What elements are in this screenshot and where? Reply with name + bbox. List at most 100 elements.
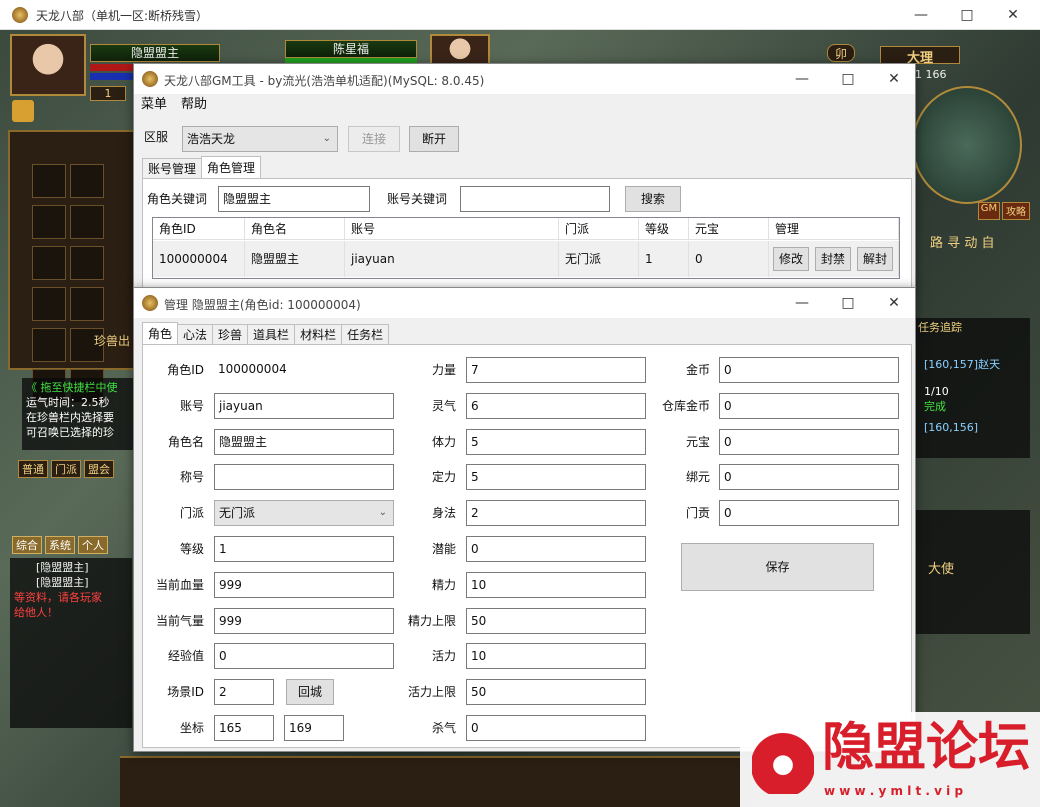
cell-level[interactable]: 1 — [639, 241, 689, 277]
channel-tab-guild[interactable]: 盟会 — [84, 460, 114, 478]
field-energy-max-label: 精力上限 — [407, 613, 456, 628]
skill-slot[interactable] — [70, 287, 104, 321]
connect-button[interactable]: 连接 — [348, 126, 400, 152]
unban-button[interactable]: 解封 — [857, 247, 893, 271]
tab-role[interactable]: 角色管理 — [201, 156, 262, 179]
field-bound-yuanbao-input[interactable]: 0 — [719, 464, 899, 491]
gm-maximize-button[interactable]: □ — [825, 64, 871, 94]
cell-yuanbao[interactable]: 0 — [689, 241, 769, 277]
minimap[interactable] — [912, 86, 1022, 204]
skill-slot[interactable] — [70, 205, 104, 239]
field-bank-gold-input[interactable]: 0 — [719, 392, 899, 419]
scene-id-input[interactable]: 2 — [214, 679, 274, 705]
skill-slot[interactable] — [32, 287, 66, 321]
account-keyword-input[interactable] — [460, 186, 610, 212]
skill-slot[interactable] — [32, 205, 66, 239]
field-energy-input[interactable]: 10 — [466, 571, 646, 598]
channel-tab-normal[interactable]: 普通 — [18, 460, 48, 478]
side-gm-button[interactable]: GM — [978, 202, 1000, 220]
menu-item-menu[interactable]: 菜单 — [134, 94, 174, 116]
game-window-title: 天龙八部（单机一区:断桥残雪） — [36, 9, 209, 23]
field-title-input[interactable] — [214, 464, 394, 491]
manage-minimize-button[interactable]: — — [779, 288, 825, 318]
chat-tab-all[interactable]: 综合 — [12, 536, 42, 554]
gm-window-title: 天龙八部GM工具 - by流光(浩浩单机适配)(MySQL: 8.0.45) — [164, 74, 485, 88]
manage-maximize-button[interactable]: □ — [825, 288, 871, 318]
field-exp-input[interactable]: 0 — [214, 643, 394, 670]
cell-role-name[interactable]: 隐盟盟主 — [245, 241, 345, 277]
pet-summon-label[interactable]: 珍兽出 — [94, 332, 130, 349]
field-vitality-input[interactable]: 10 — [466, 643, 646, 670]
ban-button[interactable]: 封禁 — [815, 247, 851, 271]
col-header-account[interactable]: 账号 — [345, 218, 559, 240]
channel-tab-sect[interactable]: 门派 — [51, 460, 81, 478]
phone-icon[interactable] — [12, 100, 34, 122]
col-header-role-name[interactable]: 角色名 — [245, 218, 345, 240]
field-constitution-input[interactable]: 5 — [466, 428, 646, 455]
cell-account[interactable]: jiayuan — [345, 241, 559, 277]
field-energy-max-input[interactable]: 50 — [466, 607, 646, 634]
chat-tab-personal[interactable]: 个人 — [78, 536, 108, 554]
coord-x-input[interactable]: 165 — [214, 715, 274, 741]
search-button[interactable]: 搜索 — [625, 186, 681, 212]
save-button[interactable]: 保存 — [681, 543, 874, 591]
skill-slot[interactable] — [70, 164, 104, 198]
field-current-mp-input[interactable]: 999 — [214, 607, 394, 634]
chat-line-3: 等资料，请各玩家 — [14, 591, 102, 604]
field-role-name-input[interactable]: 隐盟盟主 — [214, 428, 394, 455]
chat-line-4: 给他人！ — [14, 606, 58, 619]
role-keyword-input[interactable]: 隐盟盟主 — [218, 186, 370, 212]
edit-button[interactable]: 修改 — [773, 247, 809, 271]
chevron-down-icon: ⌄ — [322, 133, 331, 144]
skill-slot[interactable] — [32, 164, 66, 198]
field-vitality-max-input[interactable]: 50 — [466, 679, 646, 706]
coord-y-input[interactable]: 169 — [284, 715, 344, 741]
field-spirit-input[interactable]: 6 — [466, 392, 646, 419]
skill-slot[interactable] — [32, 328, 66, 362]
maximize-button[interactable]: □ — [944, 0, 990, 30]
skill-slot[interactable] — [32, 246, 66, 280]
return-city-button[interactable]: 回城 — [286, 679, 334, 705]
cell-sect[interactable]: 无门派 — [559, 241, 639, 277]
player-avatar[interactable] — [10, 34, 86, 96]
field-sect-contribution-input[interactable]: 0 — [719, 500, 899, 527]
skill-slot[interactable] — [70, 246, 104, 280]
cell-role-id[interactable]: 100000004 — [153, 241, 245, 277]
field-sect-input[interactable]: 无门派 ⌄ — [214, 500, 394, 527]
gm-minimize-button[interactable]: — — [779, 64, 825, 94]
manage-close-button[interactable]: ✕ — [871, 288, 917, 318]
tab-character[interactable]: 角色 — [142, 322, 179, 345]
col-header-role-id[interactable]: 角色ID — [153, 218, 245, 240]
chat-tab-system[interactable]: 系统 — [45, 536, 75, 554]
gm-close-button[interactable]: ✕ — [871, 64, 917, 94]
field-killing-input[interactable]: 0 — [466, 715, 646, 741]
field-strength-input[interactable]: 7 — [466, 357, 646, 383]
field-gold-input[interactable]: 0 — [719, 357, 899, 383]
field-current-hp-input[interactable]: 999 — [214, 571, 394, 598]
server-select[interactable]: 浩浩天龙 ⌄ — [182, 126, 338, 152]
disconnect-button[interactable]: 断开 — [409, 126, 459, 152]
field-agility-input[interactable]: 2 — [466, 500, 646, 527]
skill-slots — [30, 162, 140, 408]
col-header-level[interactable]: 等级 — [639, 218, 689, 240]
field-level-input[interactable]: 1 — [214, 536, 394, 562]
col-header-sect[interactable]: 门派 — [559, 218, 639, 240]
side-guide-button[interactable]: 攻略 — [1002, 202, 1030, 220]
field-energy-label: 精力 — [431, 577, 456, 592]
field-sect-contribution-label: 门贡 — [685, 506, 710, 521]
field-yuanbao-input[interactable]: 0 — [719, 428, 899, 455]
field-potential-input[interactable]: 0 — [466, 536, 646, 562]
field-exp-label: 经验值 — [167, 649, 204, 664]
role-manage-window: 管理 隐盟盟主(角色id: 100000004) — □ ✕ 角色 心法 珍兽 … — [133, 287, 916, 752]
field-account-input[interactable]: jiayuan — [214, 392, 394, 419]
field-strength-label: 力量 — [431, 363, 456, 377]
field-vitality-max-label: 活力上限 — [407, 685, 456, 700]
field-focus-input[interactable]: 5 — [466, 464, 646, 491]
menu-item-help[interactable]: 帮助 — [174, 94, 214, 116]
target-name: 陈星福 — [285, 40, 417, 58]
close-button[interactable]: ✕ — [990, 0, 1036, 30]
col-header-yuanbao[interactable]: 元宝 — [689, 218, 769, 240]
minimize-button[interactable]: — — [898, 0, 944, 30]
scene-id-label: 场景ID — [167, 685, 204, 699]
flame-logo-icon — [752, 722, 814, 794]
